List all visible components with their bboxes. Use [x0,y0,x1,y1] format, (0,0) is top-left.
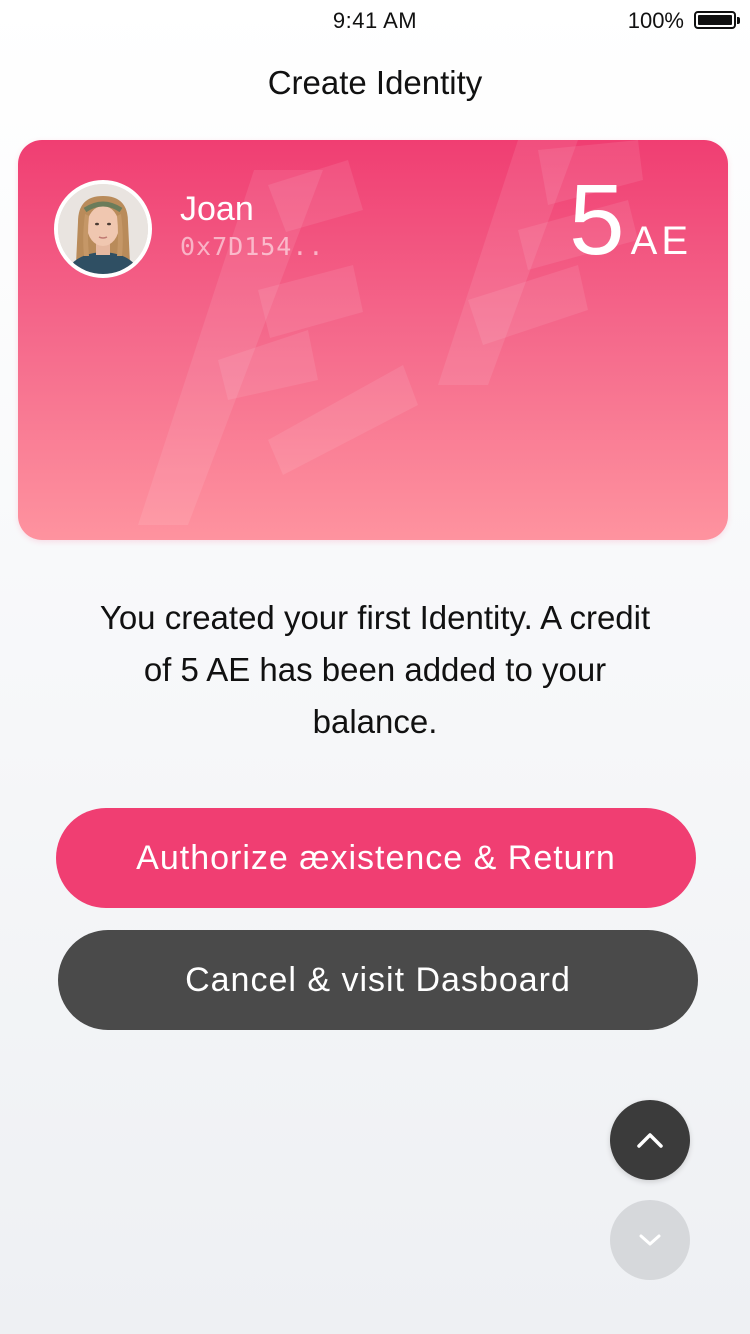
page-title: Create Identity [267,64,483,101]
battery-percentage: 100% [627,8,684,33]
profile-photo [58,184,148,274]
identity-balance: 5 AE [569,170,692,270]
chevron-down-icon [639,1234,661,1246]
confirmation-message: You created your first Identity. A credi… [99,599,651,740]
identity-card[interactable]: Joan 0x7D154.. 5 AE [18,140,728,540]
scroll-up-button[interactable] [610,1100,690,1180]
authorize-return-button[interactable]: Authorize æxistence & Return [56,808,696,908]
status-bar: 9:41 AM 100% [0,0,750,44]
cancel-visit-dashboard-button[interactable]: Cancel & visit Dasboard [58,930,698,1030]
balance-amount: 5 [569,164,625,276]
balance-unit: AE [630,219,692,263]
battery-fill [698,15,732,25]
battery-icon [694,11,740,29]
identity-address: 0x7D154.. [180,232,325,261]
scroll-down-button[interactable] [610,1200,690,1280]
identity-name: Joan [180,190,254,228]
chevron-up-icon [637,1133,663,1148]
avatar [54,180,152,278]
